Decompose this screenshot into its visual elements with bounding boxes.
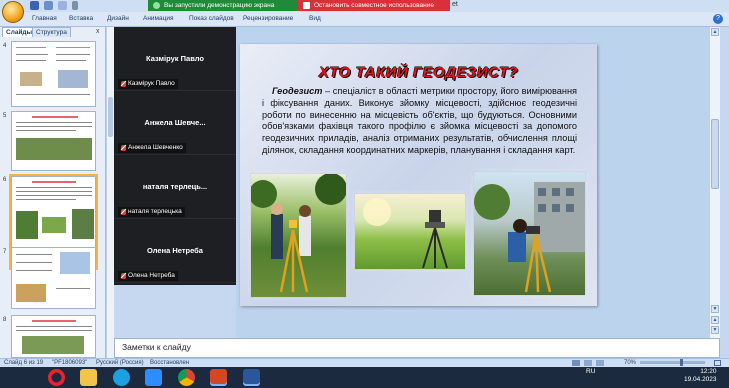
redo-icon[interactable]	[58, 1, 67, 10]
previous-slide-icon[interactable]: ▲	[711, 316, 719, 324]
participant-name: Казмірук Павло	[146, 54, 204, 63]
stop-share-label: Остановить совместное использование	[314, 2, 434, 9]
participant-label: Анжела Шевченко	[118, 143, 186, 153]
participant-label-text: Казмірук Павло	[128, 80, 175, 87]
thumb-number: 8	[3, 317, 7, 323]
word-icon[interactable]	[243, 369, 260, 386]
share-status-icon	[153, 2, 160, 9]
tab-view[interactable]: Вид	[309, 15, 321, 22]
mic-muted-icon	[121, 273, 126, 279]
slide-thumbnail-7[interactable]	[11, 247, 96, 309]
system-clock[interactable]: 12:20 19.04.2023	[684, 368, 717, 384]
opera-icon[interactable]	[48, 369, 65, 386]
save-icon[interactable]	[30, 1, 39, 10]
close-icon[interactable]: x	[96, 28, 100, 35]
file-explorer-icon[interactable]	[80, 369, 97, 386]
document-status: Восстановлен	[150, 360, 190, 366]
participant-name: Анжела Шевче...	[144, 118, 206, 127]
tab-slideshow[interactable]: Показ слайдов	[189, 15, 234, 22]
surveyor-photo-forest[interactable]	[251, 174, 346, 297]
stop-share-button[interactable]: Остановить совместное использование	[298, 0, 450, 11]
tab-review[interactable]: Рецензирование	[243, 15, 293, 22]
theme-name: "PF1806093"	[52, 360, 88, 366]
customize-quick-access-icon[interactable]	[72, 1, 78, 10]
participant-label: наталя терлецька	[118, 207, 185, 217]
surveyor-photo-building[interactable]	[474, 172, 585, 295]
slide-thumbnail-4[interactable]	[11, 41, 96, 107]
stop-icon	[303, 2, 310, 9]
slide-term: Геодезист	[272, 86, 323, 96]
notes-pane[interactable]	[114, 338, 720, 358]
thumb-number: 4	[3, 43, 7, 49]
tab-animation[interactable]: Анимация	[143, 15, 174, 22]
scroll-up-icon[interactable]: ▲	[711, 28, 719, 36]
thumb-number: 6	[3, 177, 7, 183]
participant-tile[interactable]: Олена Нетреба Олена Нетреба	[114, 219, 236, 283]
mic-muted-icon	[121, 209, 126, 215]
participant-tile[interactable]: наталя терлець... наталя терлецька	[114, 155, 236, 219]
thumb-number: 7	[3, 249, 7, 255]
clock-date: 19.04.2023	[684, 376, 717, 383]
powerpoint-icon[interactable]	[210, 369, 227, 386]
chrome-icon[interactable]	[178, 369, 195, 386]
slide-scrollbar[interactable]: ▲ ▼ ▲ ▼	[709, 27, 720, 338]
clock-time: 12:20	[700, 368, 717, 375]
thumb-number: 5	[3, 113, 7, 119]
zoom-icon[interactable]	[145, 369, 162, 386]
share-banner-text: Вы запустили демонстрацию экрана	[164, 2, 275, 9]
slides-panel: Слайды Структура x 4 5 6 7 8	[0, 27, 106, 358]
slide-description: – спеціаліст в області метрики простору,…	[262, 86, 577, 155]
slide-thumbnail-8[interactable]	[11, 315, 96, 358]
tab-home[interactable]: Главная	[32, 15, 57, 22]
mic-muted-icon	[121, 145, 126, 151]
participant-name: наталя терлець...	[142, 182, 208, 191]
normal-view-icon[interactable]	[572, 360, 580, 366]
taskbar	[0, 367, 729, 388]
tab-slides[interactable]: Слайды	[2, 27, 37, 37]
language-indicator[interactable]: Русский (Россия)	[96, 360, 144, 366]
undo-icon[interactable]	[44, 1, 53, 10]
slideshow-view-icon[interactable]	[596, 360, 604, 366]
office-button[interactable]	[2, 1, 24, 23]
sorter-view-icon[interactable]	[584, 360, 592, 366]
next-slide-icon[interactable]: ▼	[711, 326, 719, 334]
mic-muted-icon	[121, 81, 126, 87]
participant-label: Олена Нетреба	[118, 271, 178, 281]
total-station-photo-field[interactable]	[355, 194, 465, 269]
zoom-slider[interactable]	[640, 359, 705, 366]
scroll-down-icon[interactable]: ▼	[711, 305, 719, 313]
video-participants-panel: Казмірук Павло Казмірук Павло Анжела Шев…	[114, 27, 236, 285]
participant-tile[interactable]: Анжела Шевче... Анжела Шевченко	[114, 91, 236, 155]
notes-placeholder: Заметки к слайду	[122, 342, 191, 352]
participant-tile[interactable]: Казмірук Павло Казмірук Павло	[114, 27, 236, 91]
participant-name: Олена Нетреба	[147, 246, 203, 255]
participant-label: Казмірук Павло	[118, 79, 178, 89]
participant-label-text: Олена Нетреба	[128, 272, 175, 279]
tab-insert[interactable]: Вставка	[69, 15, 93, 22]
slide-title[interactable]: ХТО ТАКИЙ ГЕОДЕЗИСТ?	[240, 64, 597, 81]
tab-outline[interactable]: Структура	[32, 27, 71, 37]
slide-counter: Слайд 6 из 19	[4, 360, 44, 366]
zoom-level[interactable]: 70%	[624, 360, 636, 366]
window-title: et	[452, 1, 458, 8]
tab-design[interactable]: Дизайн	[107, 15, 129, 22]
participant-label-text: Анжела Шевченко	[128, 144, 183, 151]
fit-slide-icon[interactable]	[714, 360, 721, 366]
skype-icon[interactable]	[113, 369, 130, 386]
participant-label-text: наталя терлецька	[128, 208, 182, 215]
slide-body-text[interactable]: Геодезист – спеціаліст в області метрики…	[262, 86, 577, 157]
help-icon[interactable]: ?	[713, 14, 723, 24]
screen-share-banner: Вы запустили демонстрацию экрана	[148, 0, 298, 11]
ribbon-tabs: Главная Вставка Дизайн Анимация Показ сл…	[0, 12, 729, 27]
input-language[interactable]: RU	[586, 368, 595, 375]
slide-thumbnail-5[interactable]	[11, 111, 96, 171]
panel-tabs: Слайды Структура	[2, 27, 102, 37]
status-bar: Слайд 6 из 19 "PF1806093" Русский (Росси…	[0, 358, 729, 367]
slides-panel-scrollbar[interactable]	[106, 27, 114, 358]
zoom-slider-handle[interactable]	[680, 359, 683, 366]
